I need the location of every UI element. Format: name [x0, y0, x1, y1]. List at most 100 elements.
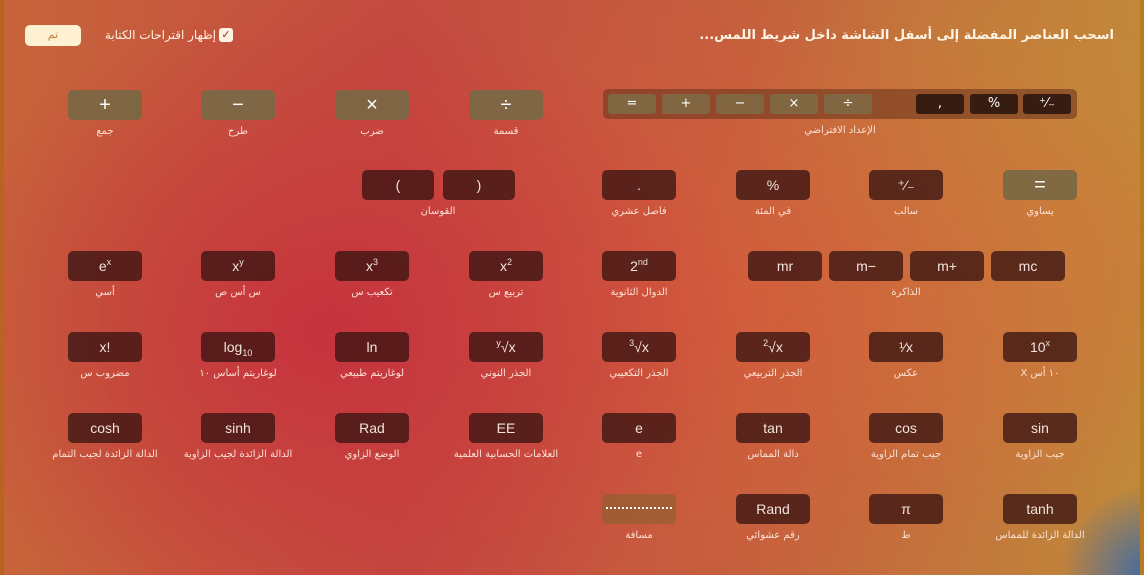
default-set-item[interactable]: ⁺⁄₋: [1023, 94, 1071, 114]
tan-label: دالة المماس: [747, 449, 799, 460]
e-button[interactable]: e: [602, 413, 676, 443]
parenthesis-button[interactable]: ): [443, 170, 515, 200]
ten-pow-x-button[interactable]: 10x: [1003, 332, 1077, 362]
factorial-label: مضروب س: [80, 368, 130, 379]
reciprocal-label: عكس: [893, 368, 919, 379]
square-button[interactable]: x2: [469, 251, 543, 281]
ee-label: العلامات الحسابية العلمية: [453, 449, 559, 460]
square-root-label: الجذر التربيعي: [743, 368, 803, 379]
subtract-button[interactable]: −: [201, 90, 275, 120]
cube-label: تكعيب س: [351, 287, 393, 298]
log10-button[interactable]: log10: [201, 332, 275, 362]
sin-button[interactable]: sin: [1003, 413, 1077, 443]
ln-label: لوغاريتم طبيعي: [339, 368, 405, 379]
e-label: e: [635, 449, 643, 460]
button-symbol: x!: [99, 339, 111, 355]
cosh-label: الدالة الزائدة لجيب التمام: [52, 449, 158, 460]
button-symbol: π: [901, 501, 911, 517]
button-symbol: ln: [366, 339, 378, 355]
cos-label: جيب تمام الزاوية: [870, 449, 942, 460]
button-symbol: ⁺⁄₋: [897, 177, 915, 193]
rad-button[interactable]: Rad: [335, 413, 409, 443]
square-root-button[interactable]: 2√x: [736, 332, 810, 362]
rad-label: الوضع الزاوي: [344, 449, 400, 460]
cos-button[interactable]: cos: [869, 413, 943, 443]
add-button[interactable]: +: [68, 90, 142, 120]
cube-button[interactable]: x3: [335, 251, 409, 281]
pi-label: ط: [901, 530, 911, 541]
pi-button[interactable]: π: [869, 494, 943, 524]
default-set-item[interactable]: +: [662, 94, 710, 114]
divide-label: قسمة: [493, 126, 519, 137]
second-button[interactable]: 2nd: [602, 251, 676, 281]
ten-pow-x-label: ١٠ أس X: [1020, 368, 1060, 379]
default-set-item[interactable]: =: [608, 94, 656, 114]
memory-button[interactable]: m−: [829, 251, 903, 281]
button-symbol: √x: [768, 339, 783, 355]
equals-button[interactable]: =: [1003, 170, 1077, 200]
memory-button[interactable]: mc: [991, 251, 1065, 281]
typing-suggestions-checkbox[interactable]: ✓: [219, 28, 233, 42]
space-label: مسافة: [625, 530, 653, 541]
button-symbol: sinh: [225, 420, 251, 436]
multiply-button[interactable]: ×: [335, 90, 409, 120]
button-symbol: EE: [496, 420, 516, 436]
button-symbol: tanh: [1026, 501, 1054, 517]
second-label: الدوال الثانوية: [610, 287, 668, 298]
tanh-button[interactable]: tanh: [1003, 494, 1077, 524]
default-set-item[interactable]: −: [716, 94, 764, 114]
parentheses-label: القوسان: [420, 206, 456, 217]
default-set-strip[interactable]: = + − × ÷,% ⁺⁄₋: [603, 89, 1077, 119]
button-symbol: 10: [1029, 339, 1046, 355]
superscript: 3: [372, 257, 378, 267]
default-set-item[interactable]: %: [970, 94, 1018, 114]
button-symbol: ÷: [500, 94, 512, 116]
exp-button[interactable]: ex: [68, 251, 142, 281]
spacer-dots: [606, 507, 672, 509]
decimal-label: فاصل عشري: [611, 206, 667, 217]
instruction-text: اسحب العناصر المفضلة إلى أسفل الشاشة داخ…: [699, 28, 1114, 43]
space-button[interactable]: [602, 494, 676, 524]
cube-root-button[interactable]: 3√x: [602, 332, 676, 362]
tanh-label: الدالة الزائدة للمماس: [995, 530, 1085, 541]
default-set-item[interactable]: ×: [770, 94, 818, 114]
default-set-item[interactable]: ,: [916, 94, 964, 114]
ln-button[interactable]: ln: [335, 332, 409, 362]
factorial-button[interactable]: x!: [68, 332, 142, 362]
button-symbol: sin: [1031, 420, 1049, 436]
subtract-label: طرح: [228, 126, 248, 137]
subscript: 10: [242, 347, 253, 358]
button-symbol: cos: [895, 420, 917, 436]
reciprocal-button[interactable]: ¹⁄x: [869, 332, 943, 362]
divide-button[interactable]: ÷: [469, 90, 543, 120]
cosh-button[interactable]: cosh: [68, 413, 142, 443]
parenthesis-button[interactable]: (: [362, 170, 434, 200]
exp-label: أسي: [95, 287, 115, 298]
sign-button[interactable]: ⁺⁄₋: [869, 170, 943, 200]
nth-root-label: الجذر النوني: [480, 368, 532, 379]
button-symbol: e: [635, 420, 643, 436]
superscript: nd: [637, 257, 648, 267]
percent-button[interactable]: %: [736, 170, 810, 200]
default-set-item[interactable]: ÷: [824, 94, 872, 114]
rand-button[interactable]: Rand: [736, 494, 810, 524]
button-symbol: cosh: [90, 420, 120, 436]
x-pow-y-label: س أس ص: [215, 287, 261, 298]
memory-button[interactable]: m+: [910, 251, 984, 281]
button-symbol: Rand: [756, 501, 790, 517]
button-symbol: 2: [630, 258, 638, 274]
button-symbol: e: [98, 258, 107, 274]
add-label: جمع: [96, 126, 114, 137]
ee-button[interactable]: EE: [469, 413, 543, 443]
rand-label: رقم عشوائي: [746, 530, 800, 541]
done-button[interactable]: تم: [25, 25, 81, 46]
tan-button[interactable]: tan: [736, 413, 810, 443]
button-symbol: x: [499, 258, 507, 274]
x-pow-y-button[interactable]: xy: [201, 251, 275, 281]
sinh-button[interactable]: sinh: [201, 413, 275, 443]
nth-root-button[interactable]: y√x: [469, 332, 543, 362]
multiply-label: ضرب: [360, 126, 384, 137]
decimal-button[interactable]: .: [602, 170, 676, 200]
memory-button[interactable]: mr: [748, 251, 822, 281]
log10-label: لوغاريتم أساس ١٠: [199, 368, 277, 379]
